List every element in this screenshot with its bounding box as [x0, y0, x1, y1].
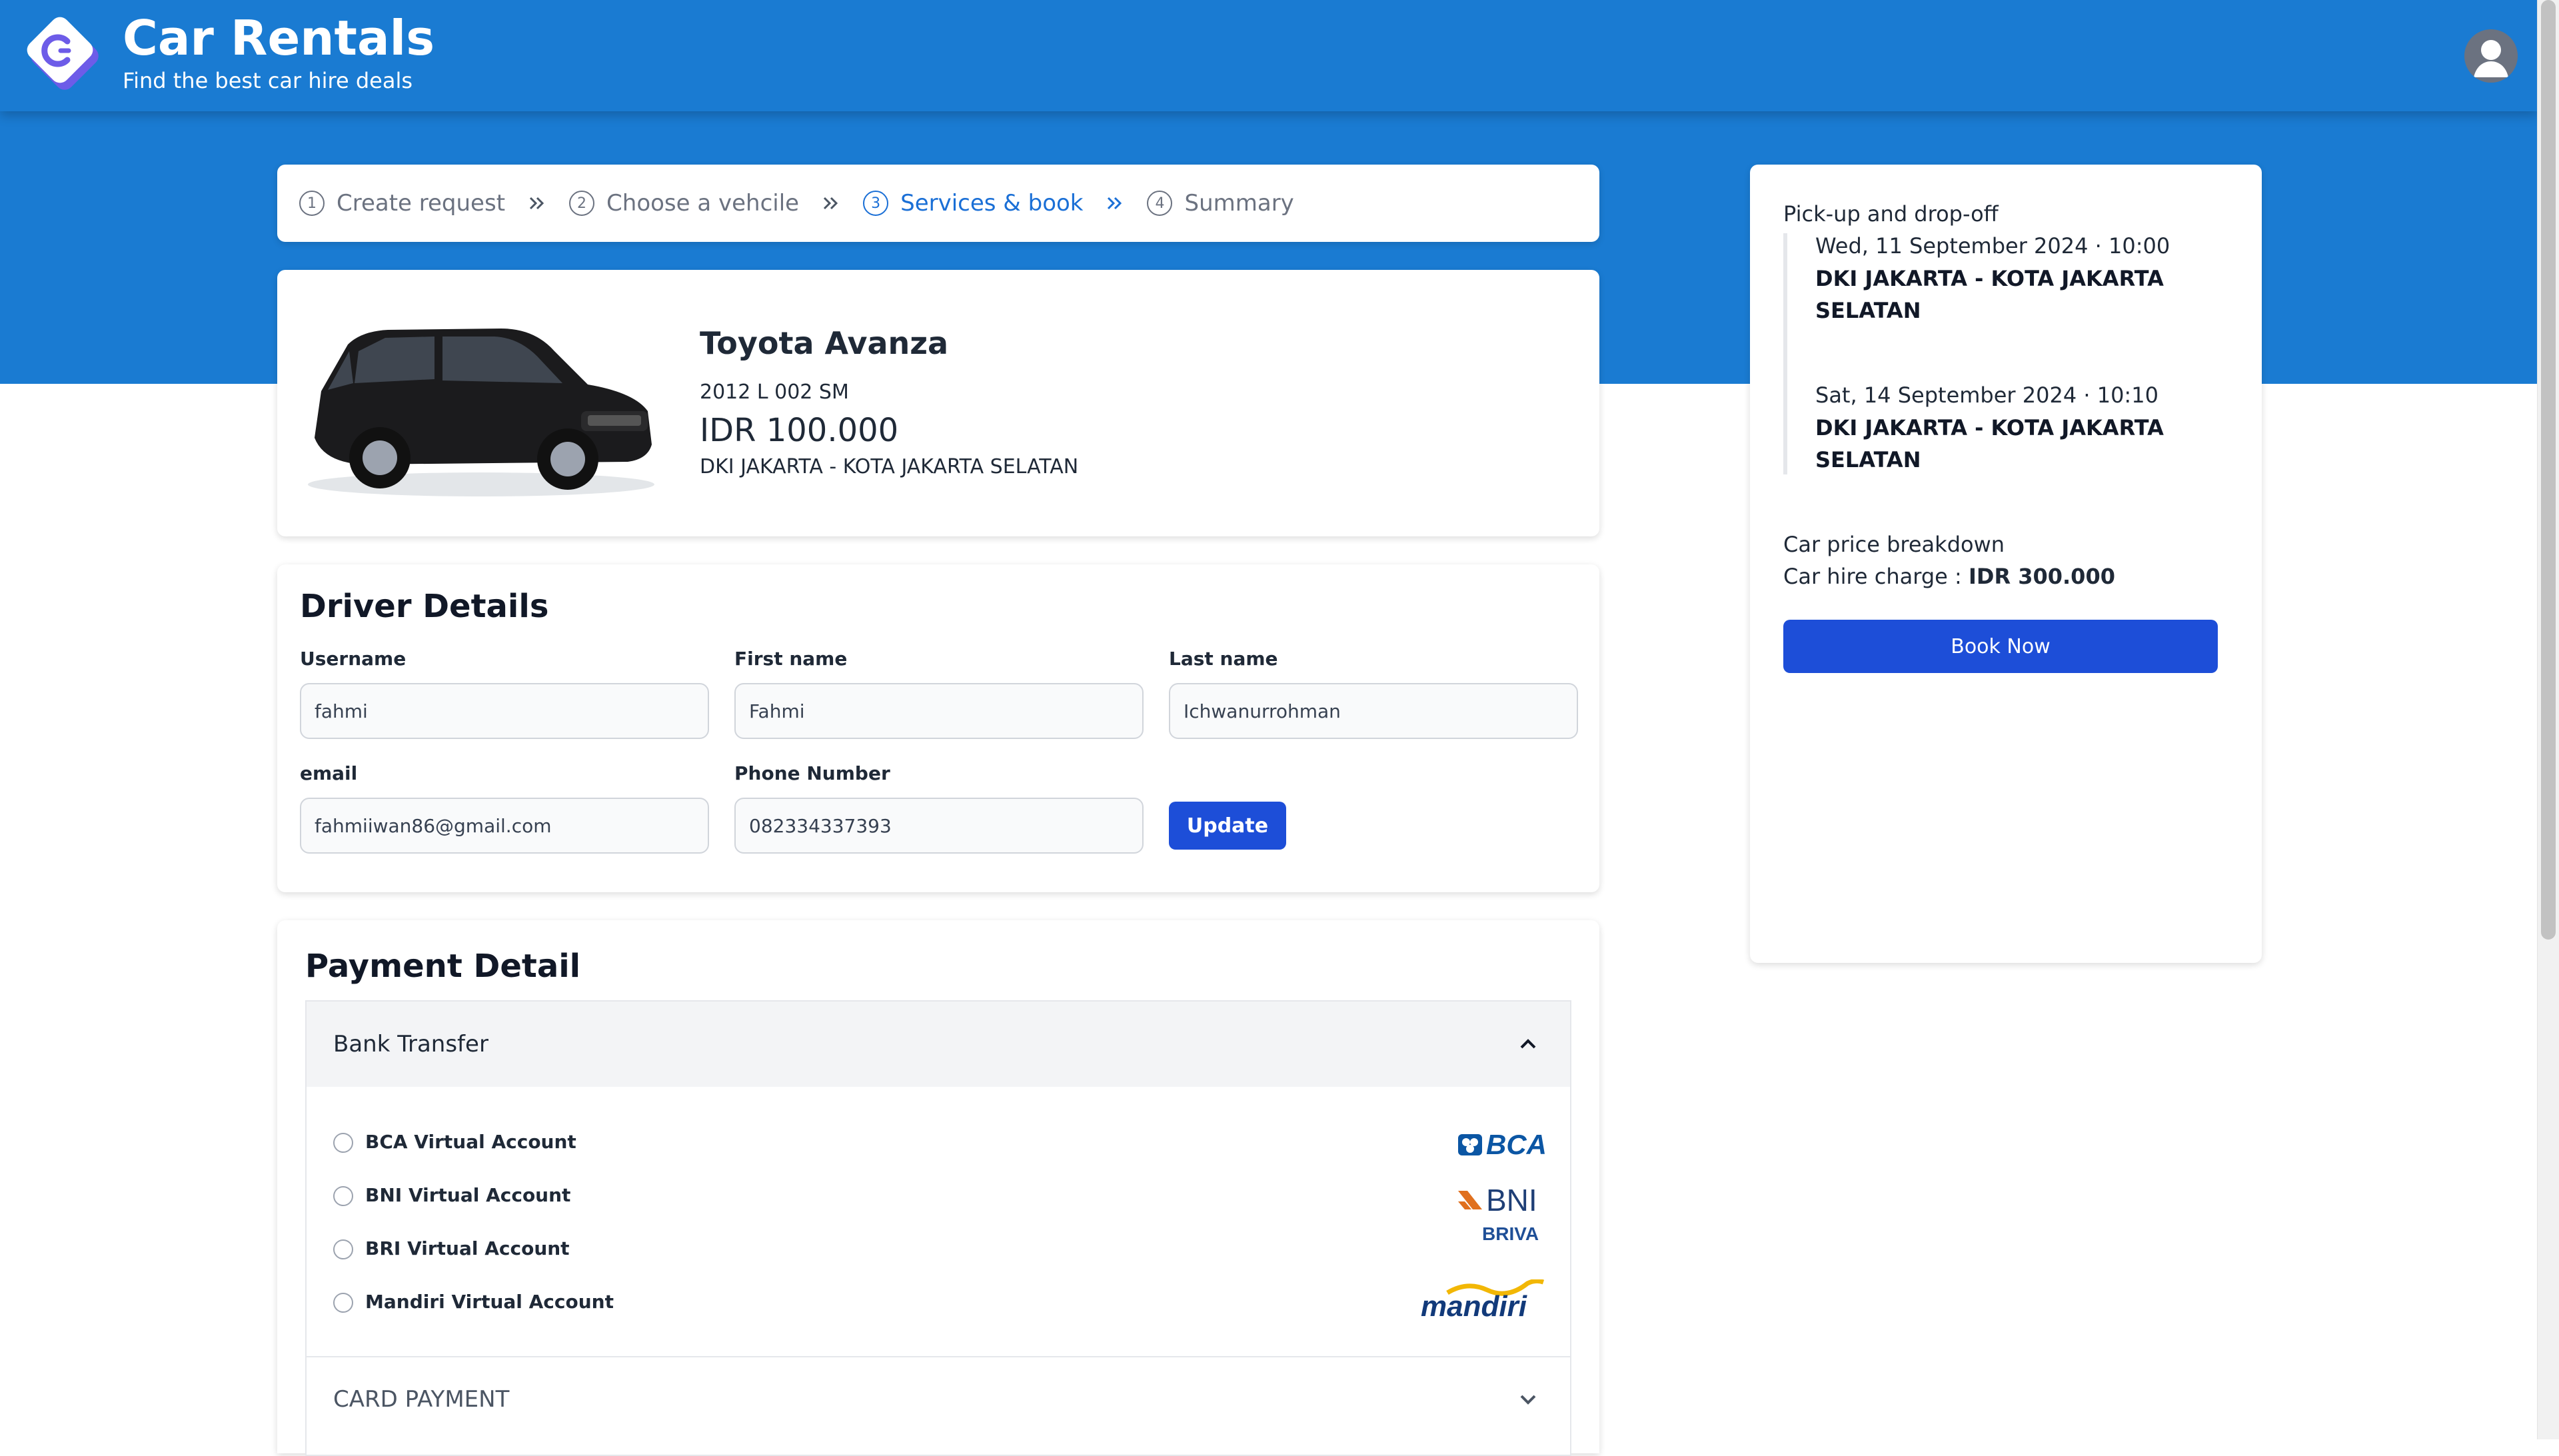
driver-details-title: Driver Details: [300, 588, 549, 625]
app-subtitle: Find the best car hire deals: [123, 68, 413, 93]
page-scrollbar[interactable]: [2537, 0, 2559, 1439]
step-number: 3: [863, 191, 889, 216]
step-label: Services & book: [900, 190, 1084, 217]
scrollbar-thumb[interactable]: [2541, 0, 2556, 940]
bank-transfer-accordion-header[interactable]: [305, 1000, 1571, 1088]
bank-transfer-options: [305, 1087, 1571, 1357]
step-number: 2: [569, 191, 595, 216]
step-label: Choose a vehcile: [606, 190, 800, 217]
bni-logo-text: BNI: [1486, 1183, 1537, 1217]
step-number: 1: [299, 191, 325, 216]
top-navbar: Car Rentals Find the best car hire deals: [0, 0, 2538, 111]
first-name-label: First name: [734, 648, 848, 670]
hire-charge-label: Car hire charge :: [1783, 564, 1969, 589]
double-chevron-right-icon: [824, 197, 838, 210]
phone-number-label: Phone Number: [734, 762, 890, 784]
username-field[interactable]: [300, 683, 709, 739]
car-rentals-logo-icon[interactable]: [21, 15, 107, 99]
hire-charge-value: IDR 300.000: [1968, 564, 2115, 589]
step-label: Create request: [337, 190, 506, 217]
vehicle-price: IDR 100.000: [700, 412, 899, 449]
book-now-button[interactable]: Book Now: [1783, 620, 2218, 673]
payment-detail-title: Payment Detail: [305, 948, 581, 985]
step-number: 4: [1147, 191, 1173, 216]
last-name-label: Last name: [1169, 648, 1278, 670]
pickup-location: DKI JAKARTA - KOTA JAKARTA SELATAN: [1815, 266, 2164, 323]
double-chevron-right-icon: [1108, 197, 1122, 210]
update-button[interactable]: Update: [1169, 802, 1286, 850]
bank-transfer-label: Bank Transfer: [333, 1031, 488, 1058]
step-choose-vehicle[interactable]: 2 Choose a vehcile: [569, 190, 799, 217]
card-payment-label: CARD PAYMENT: [333, 1386, 510, 1413]
email-field[interactable]: [300, 798, 709, 854]
bca-emblem-icon: [1458, 1134, 1482, 1155]
booking-stepper: 1 Create request 2 Choose a vehcile 3 Se…: [277, 165, 1599, 242]
bni-logo: BNI: [1457, 1182, 1537, 1218]
vehicle-name: Toyota Avanza: [700, 325, 949, 361]
bca-option-label[interactable]: BCA Virtual Account: [365, 1131, 576, 1153]
username-label: Username: [300, 648, 407, 670]
bri-option-label[interactable]: BRI Virtual Account: [365, 1237, 570, 1259]
bni-radio[interactable]: [333, 1186, 353, 1206]
last-name-field[interactable]: [1169, 683, 1578, 739]
vehicle-location: DKI JAKARTA - KOTA JAKARTA SELATAN: [700, 455, 1079, 478]
selected-vehicle-card: [277, 270, 1599, 536]
first-name-field[interactable]: [734, 683, 1144, 739]
bca-logo: BCA: [1457, 1129, 1547, 1161]
briva-logo: BRIVA: [1482, 1223, 1539, 1244]
email-label: email: [300, 762, 358, 784]
mandiri-logo-text: mandiri: [1421, 1290, 1527, 1323]
price-breakdown-title: Car price breakdown: [1783, 532, 2005, 557]
step-services-book[interactable]: 3 Services & book: [863, 190, 1083, 217]
vehicle-year-plate: 2012 L 002 SM: [700, 380, 849, 404]
mandiri-radio[interactable]: [333, 1293, 353, 1313]
bri-radio[interactable]: [333, 1239, 353, 1259]
bca-logo-text: BCA: [1486, 1129, 1547, 1160]
chevron-down-icon[interactable]: [1518, 1389, 1538, 1409]
mandiri-logo: mandiri: [1421, 1279, 1545, 1323]
chevron-up-icon[interactable]: [1518, 1034, 1538, 1054]
mandiri-option-label[interactable]: Mandiri Virtual Account: [365, 1291, 614, 1313]
user-avatar-icon[interactable]: [2464, 29, 2518, 83]
pickup-dropoff-title: Pick-up and drop-off: [1783, 201, 1999, 227]
dropoff-datetime: Sat, 14 September 2024 · 10:10: [1815, 382, 2158, 408]
phone-number-field[interactable]: [734, 798, 1144, 854]
pickup-datetime: Wed, 11 September 2024 · 10:00: [1815, 233, 2170, 259]
timeline-line: [1783, 233, 1787, 474]
double-chevron-right-icon: [529, 197, 544, 210]
car-image: [308, 329, 654, 496]
bca-radio[interactable]: [333, 1133, 353, 1153]
step-summary[interactable]: 4 Summary: [1147, 190, 1294, 217]
dropoff-location: DKI JAKARTA - KOTA JAKARTA SELATAN: [1815, 415, 2164, 472]
bni-option-label[interactable]: BNI Virtual Account: [365, 1184, 570, 1206]
step-create-request[interactable]: 1 Create request: [299, 190, 505, 217]
step-label: Summary: [1184, 190, 1294, 217]
app-title: Car Rentals: [123, 10, 435, 66]
hire-charge-row: Car hire charge : IDR 300.000: [1783, 564, 2115, 589]
bni-emblem-icon: [1458, 1191, 1482, 1209]
